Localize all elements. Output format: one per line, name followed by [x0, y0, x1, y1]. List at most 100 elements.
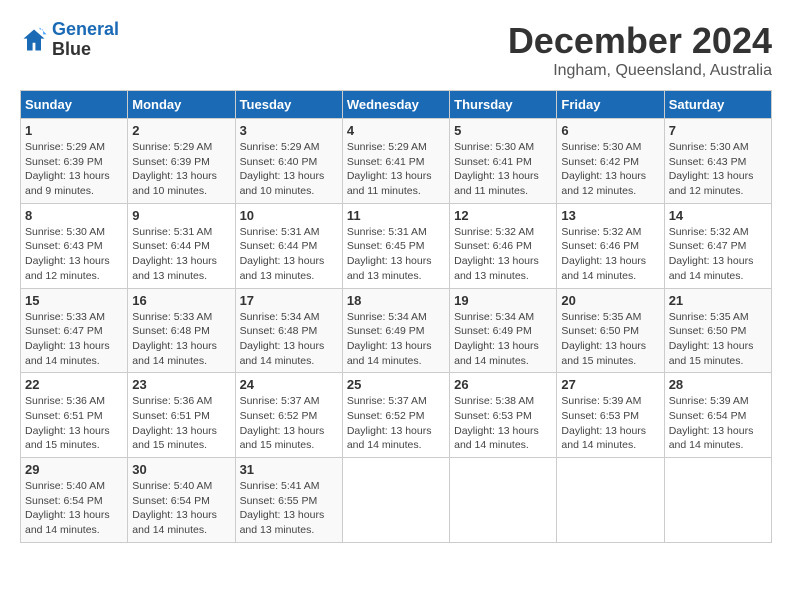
calendar-cell: 14 Sunrise: 5:32 AM Sunset: 6:47 PM Dayl… [664, 203, 771, 288]
day-info: Sunrise: 5:31 AM Sunset: 6:45 PM Dayligh… [347, 225, 445, 284]
title-area: December 2024 Ingham, Queensland, Austra… [508, 20, 772, 80]
day-info: Sunrise: 5:34 AM Sunset: 6:48 PM Dayligh… [240, 310, 338, 369]
day-info: Sunrise: 5:33 AM Sunset: 6:48 PM Dayligh… [132, 310, 230, 369]
calendar-cell: 25 Sunrise: 5:37 AM Sunset: 6:52 PM Dayl… [342, 373, 449, 458]
calendar-cell [557, 458, 664, 543]
day-number: 6 [561, 123, 659, 138]
day-number: 3 [240, 123, 338, 138]
day-info: Sunrise: 5:36 AM Sunset: 6:51 PM Dayligh… [25, 394, 123, 453]
day-info: Sunrise: 5:39 AM Sunset: 6:54 PM Dayligh… [669, 394, 767, 453]
day-number: 8 [25, 208, 123, 223]
day-info: Sunrise: 5:40 AM Sunset: 6:54 PM Dayligh… [132, 479, 230, 538]
day-info: Sunrise: 5:37 AM Sunset: 6:52 PM Dayligh… [240, 394, 338, 453]
calendar-cell [664, 458, 771, 543]
day-info: Sunrise: 5:32 AM Sunset: 6:47 PM Dayligh… [669, 225, 767, 284]
calendar-cell: 8 Sunrise: 5:30 AM Sunset: 6:43 PM Dayli… [21, 203, 128, 288]
day-info: Sunrise: 5:30 AM Sunset: 6:43 PM Dayligh… [669, 140, 767, 199]
calendar-cell: 9 Sunrise: 5:31 AM Sunset: 6:44 PM Dayli… [128, 203, 235, 288]
calendar-cell: 5 Sunrise: 5:30 AM Sunset: 6:41 PM Dayli… [450, 119, 557, 204]
day-info: Sunrise: 5:32 AM Sunset: 6:46 PM Dayligh… [561, 225, 659, 284]
calendar-cell: 11 Sunrise: 5:31 AM Sunset: 6:45 PM Dayl… [342, 203, 449, 288]
logo: General Blue [20, 20, 119, 60]
day-number: 29 [25, 462, 123, 477]
day-number: 26 [454, 377, 552, 392]
calendar-cell: 29 Sunrise: 5:40 AM Sunset: 6:54 PM Dayl… [21, 458, 128, 543]
col-sunday: Sunday [21, 91, 128, 119]
calendar-cell: 15 Sunrise: 5:33 AM Sunset: 6:47 PM Dayl… [21, 288, 128, 373]
logo-line1: General [52, 19, 119, 39]
calendar-cell: 30 Sunrise: 5:40 AM Sunset: 6:54 PM Dayl… [128, 458, 235, 543]
day-info: Sunrise: 5:37 AM Sunset: 6:52 PM Dayligh… [347, 394, 445, 453]
week-row-1: 1 Sunrise: 5:29 AM Sunset: 6:39 PM Dayli… [21, 119, 772, 204]
day-info: Sunrise: 5:30 AM Sunset: 6:42 PM Dayligh… [561, 140, 659, 199]
calendar-cell: 26 Sunrise: 5:38 AM Sunset: 6:53 PM Dayl… [450, 373, 557, 458]
logo-text: General Blue [52, 20, 119, 60]
day-number: 21 [669, 293, 767, 308]
calendar-cell: 4 Sunrise: 5:29 AM Sunset: 6:41 PM Dayli… [342, 119, 449, 204]
day-info: Sunrise: 5:29 AM Sunset: 6:39 PM Dayligh… [132, 140, 230, 199]
logo-icon [20, 26, 48, 54]
day-info: Sunrise: 5:34 AM Sunset: 6:49 PM Dayligh… [454, 310, 552, 369]
week-row-2: 8 Sunrise: 5:30 AM Sunset: 6:43 PM Dayli… [21, 203, 772, 288]
calendar-table: Sunday Monday Tuesday Wednesday Thursday… [20, 90, 772, 543]
day-number: 28 [669, 377, 767, 392]
day-number: 2 [132, 123, 230, 138]
day-number: 11 [347, 208, 445, 223]
day-number: 14 [669, 208, 767, 223]
day-number: 1 [25, 123, 123, 138]
day-info: Sunrise: 5:35 AM Sunset: 6:50 PM Dayligh… [669, 310, 767, 369]
day-number: 17 [240, 293, 338, 308]
day-info: Sunrise: 5:30 AM Sunset: 6:41 PM Dayligh… [454, 140, 552, 199]
day-info: Sunrise: 5:40 AM Sunset: 6:54 PM Dayligh… [25, 479, 123, 538]
day-number: 13 [561, 208, 659, 223]
col-wednesday: Wednesday [342, 91, 449, 119]
day-number: 31 [240, 462, 338, 477]
calendar-cell: 16 Sunrise: 5:33 AM Sunset: 6:48 PM Dayl… [128, 288, 235, 373]
day-number: 18 [347, 293, 445, 308]
col-monday: Monday [128, 91, 235, 119]
calendar-cell: 3 Sunrise: 5:29 AM Sunset: 6:40 PM Dayli… [235, 119, 342, 204]
col-thursday: Thursday [450, 91, 557, 119]
header-row: Sunday Monday Tuesday Wednesday Thursday… [21, 91, 772, 119]
day-number: 16 [132, 293, 230, 308]
day-number: 22 [25, 377, 123, 392]
calendar-cell: 22 Sunrise: 5:36 AM Sunset: 6:51 PM Dayl… [21, 373, 128, 458]
week-row-5: 29 Sunrise: 5:40 AM Sunset: 6:54 PM Dayl… [21, 458, 772, 543]
calendar-cell [342, 458, 449, 543]
col-saturday: Saturday [664, 91, 771, 119]
calendar-cell: 17 Sunrise: 5:34 AM Sunset: 6:48 PM Dayl… [235, 288, 342, 373]
day-number: 27 [561, 377, 659, 392]
month-title: December 2024 [508, 20, 772, 62]
day-info: Sunrise: 5:36 AM Sunset: 6:51 PM Dayligh… [132, 394, 230, 453]
day-info: Sunrise: 5:31 AM Sunset: 6:44 PM Dayligh… [240, 225, 338, 284]
calendar-cell: 18 Sunrise: 5:34 AM Sunset: 6:49 PM Dayl… [342, 288, 449, 373]
day-info: Sunrise: 5:29 AM Sunset: 6:39 PM Dayligh… [25, 140, 123, 199]
calendar-cell: 23 Sunrise: 5:36 AM Sunset: 6:51 PM Dayl… [128, 373, 235, 458]
calendar-cell: 7 Sunrise: 5:30 AM Sunset: 6:43 PM Dayli… [664, 119, 771, 204]
day-number: 10 [240, 208, 338, 223]
day-info: Sunrise: 5:39 AM Sunset: 6:53 PM Dayligh… [561, 394, 659, 453]
day-number: 25 [347, 377, 445, 392]
day-number: 5 [454, 123, 552, 138]
calendar-cell: 10 Sunrise: 5:31 AM Sunset: 6:44 PM Dayl… [235, 203, 342, 288]
day-number: 9 [132, 208, 230, 223]
day-number: 15 [25, 293, 123, 308]
day-number: 20 [561, 293, 659, 308]
calendar-cell: 13 Sunrise: 5:32 AM Sunset: 6:46 PM Dayl… [557, 203, 664, 288]
week-row-3: 15 Sunrise: 5:33 AM Sunset: 6:47 PM Dayl… [21, 288, 772, 373]
calendar-cell: 27 Sunrise: 5:39 AM Sunset: 6:53 PM Dayl… [557, 373, 664, 458]
calendar-cell: 19 Sunrise: 5:34 AM Sunset: 6:49 PM Dayl… [450, 288, 557, 373]
calendar-cell: 1 Sunrise: 5:29 AM Sunset: 6:39 PM Dayli… [21, 119, 128, 204]
week-row-4: 22 Sunrise: 5:36 AM Sunset: 6:51 PM Dayl… [21, 373, 772, 458]
day-info: Sunrise: 5:38 AM Sunset: 6:53 PM Dayligh… [454, 394, 552, 453]
calendar-cell: 6 Sunrise: 5:30 AM Sunset: 6:42 PM Dayli… [557, 119, 664, 204]
day-number: 19 [454, 293, 552, 308]
day-info: Sunrise: 5:31 AM Sunset: 6:44 PM Dayligh… [132, 225, 230, 284]
day-info: Sunrise: 5:34 AM Sunset: 6:49 PM Dayligh… [347, 310, 445, 369]
calendar-cell: 31 Sunrise: 5:41 AM Sunset: 6:55 PM Dayl… [235, 458, 342, 543]
col-friday: Friday [557, 91, 664, 119]
day-info: Sunrise: 5:41 AM Sunset: 6:55 PM Dayligh… [240, 479, 338, 538]
location-title: Ingham, Queensland, Australia [508, 62, 772, 80]
calendar-cell [450, 458, 557, 543]
day-number: 7 [669, 123, 767, 138]
